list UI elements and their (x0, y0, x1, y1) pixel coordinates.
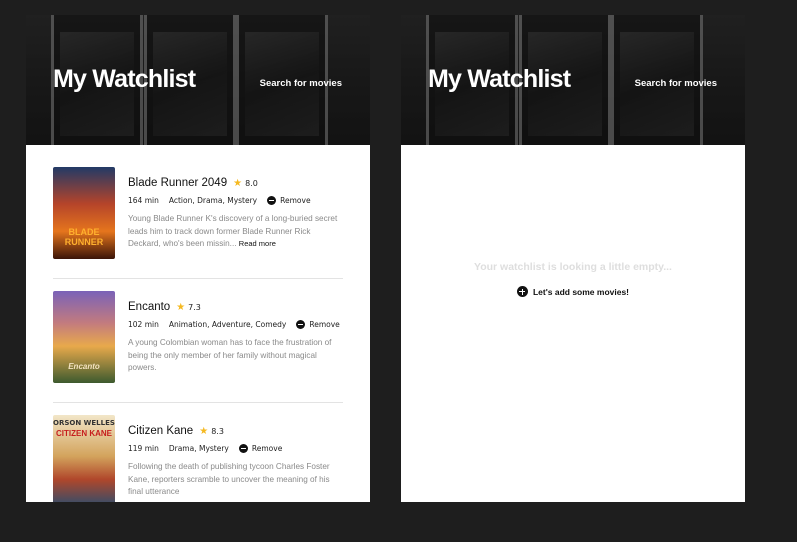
search-movies-link[interactable]: Search for movies (260, 78, 342, 89)
movie-title: Encanto (128, 301, 171, 313)
movie-item: Encanto Encanto ★ 7.3 102 min Animation,… (53, 291, 343, 403)
poster-title-art: BLADE RUNNER (64, 227, 104, 247)
empty-watchlist-page: My Watchlist Search for movies Your watc… (401, 15, 745, 502)
movie-poster: ORSON WELLES CITIZEN KANE (53, 415, 115, 502)
search-movies-link[interactable]: Search for movies (635, 78, 717, 89)
movie-item: ORSON WELLES CITIZEN KANE Citizen Kane ★… (53, 415, 343, 502)
star-icon: ★ (199, 425, 209, 437)
movie-plot: Young Blade Runner K's discovery of a lo… (128, 213, 343, 251)
plus-circle-icon (516, 286, 528, 297)
watchlist-page: My Watchlist Search for movies BLADE RUN… (26, 15, 370, 502)
remove-label: Remove (309, 320, 340, 329)
page-title: My Watchlist (428, 65, 571, 93)
minus-circle-icon (267, 196, 277, 205)
poster-title-art: CITIZEN KANE (56, 429, 112, 438)
movie-plot: A young Colombian woman has to face the … (128, 338, 332, 372)
add-movies-label: Let's add some movies! (532, 286, 630, 297)
read-more-link[interactable]: Read more (239, 239, 276, 248)
remove-button[interactable]: Remove (267, 196, 311, 205)
star-icon: ★ (233, 177, 243, 189)
page-title: My Watchlist (53, 65, 196, 93)
movie-rating: 8.0 (245, 178, 258, 188)
star-icon: ★ (176, 301, 186, 313)
header-banner: My Watchlist Search for movies (26, 15, 370, 145)
movie-title: Citizen Kane (128, 425, 194, 437)
movie-list: BLADE RUNNER Blade Runner 2049 ★ 8.0 164… (26, 145, 370, 502)
movie-poster: Encanto (53, 291, 115, 383)
movie-runtime: 102 min (128, 320, 159, 329)
movie-item: BLADE RUNNER Blade Runner 2049 ★ 8.0 164… (53, 167, 343, 279)
movie-rating: 7.3 (188, 302, 201, 312)
movie-title: Blade Runner 2049 (128, 177, 228, 189)
movie-plot-text: Young Blade Runner K's discovery of a lo… (128, 214, 338, 248)
movie-rating: 8.3 (211, 426, 224, 436)
movie-genres: Drama, Mystery (168, 444, 229, 453)
header-banner: My Watchlist Search for movies (401, 15, 745, 145)
poster-actor-art: ORSON WELLES (53, 419, 115, 427)
empty-state-message: Your watchlist is looking a little empty… (474, 261, 672, 273)
minus-circle-icon (238, 444, 248, 453)
remove-label: Remove (280, 196, 311, 205)
movie-runtime: 164 min (128, 196, 159, 205)
movie-genres: Action, Drama, Mystery (168, 196, 258, 205)
remove-label: Remove (251, 444, 283, 453)
movie-runtime: 119 min (128, 444, 159, 453)
minus-circle-icon (296, 320, 306, 329)
movie-genres: Animation, Adventure, Comedy (168, 320, 287, 329)
remove-button[interactable]: Remove (238, 444, 283, 453)
poster-title-art: Encanto (68, 362, 100, 371)
movie-plot: Following the death of publishing tycoon… (128, 462, 330, 496)
add-movies-button[interactable]: Let's add some movies! (401, 286, 745, 297)
remove-button[interactable]: Remove (296, 320, 340, 329)
movie-poster: BLADE RUNNER (53, 167, 115, 259)
